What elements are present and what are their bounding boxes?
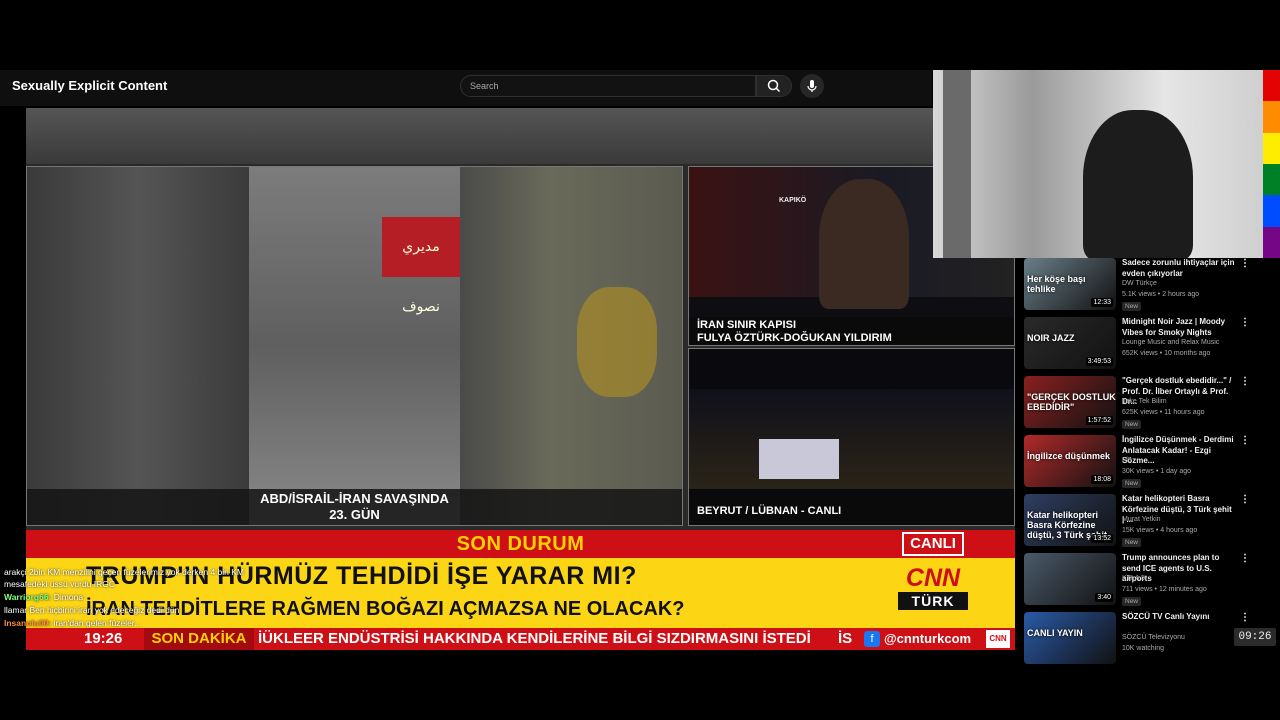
new-badge: New bbox=[1122, 597, 1142, 606]
video-meta: 711 views • 12 minutes ago bbox=[1122, 586, 1207, 593]
search-input[interactable]: Search bbox=[460, 75, 756, 97]
video-title[interactable]: İngilizce Düşünmek - Derdimi Anlatacak K… bbox=[1122, 435, 1236, 467]
channel-name[interactable]: KTLA 5 bbox=[1122, 575, 1145, 582]
more-options-icon[interactable]: ⋮ bbox=[1240, 376, 1250, 387]
chat-message: arakçi 2bin KM menzilini geçen füzelerim… bbox=[4, 567, 244, 589]
duration-badge: 3:49:53 bbox=[1085, 357, 1113, 366]
duration-badge: 13:52 bbox=[1091, 534, 1113, 543]
new-badge: New bbox=[1122, 302, 1142, 311]
chat-overlay: arakçi 2bin KM menzilini geçen füzelerim… bbox=[4, 566, 274, 630]
ticker-time: 19:26 bbox=[84, 630, 123, 647]
video-thumbnail[interactable]: Her köşe başı tehlike 12:33 bbox=[1024, 258, 1116, 310]
new-badge: New bbox=[1122, 420, 1142, 429]
bottom-ticker-strip: 19:26 SON DAKİKA İÜKLEER ENDÜSTRİSİ HAKK… bbox=[26, 628, 1015, 650]
main-video-panel: ﻣﺪﻳﺮﻱ ﻧﺼﻮﻑ ABD/İSRAİL-İRAN SAVAŞINDA 23.… bbox=[26, 166, 683, 526]
video-meta: 30K views • 1 day ago bbox=[1122, 468, 1191, 475]
video-title[interactable]: Sadece zorunlu ihtiyaçlar için evden çık… bbox=[1122, 258, 1236, 279]
more-options-icon[interactable]: ⋮ bbox=[1240, 612, 1250, 623]
reporter bbox=[819, 179, 909, 309]
beirut-video-panel: BEYRUT / LÜBNAN - CANLI bbox=[688, 348, 1015, 526]
voice-search-button[interactable] bbox=[800, 74, 824, 98]
duration-badge: 12:33 bbox=[1091, 298, 1113, 307]
duration-badge: 18:08 bbox=[1091, 475, 1113, 484]
more-options-icon[interactable]: ⋮ bbox=[1240, 553, 1250, 564]
rainbow-stripe bbox=[1263, 70, 1280, 258]
video-title[interactable]: Midnight Noir Jazz | Moody Vibes for Smo… bbox=[1122, 317, 1236, 338]
son-durum-label: SON DURUM bbox=[26, 530, 1015, 558]
clock: 09:26 bbox=[1234, 628, 1276, 646]
facebook-icon: f bbox=[864, 631, 880, 647]
chat-message: Warriorg66: Dimona bbox=[4, 592, 84, 602]
video-top-area bbox=[26, 108, 1015, 164]
recommendation-item[interactable]: CANLI YAYIN SÖZCÜ TV Canlı Yayını SÖZCÜ Te… bbox=[1024, 612, 1250, 668]
channel-name[interactable]: Lounge Music and Relax Music bbox=[1122, 339, 1219, 346]
channel-name[interactable]: Flu bbox=[1122, 457, 1132, 464]
more-options-icon[interactable]: ⋮ bbox=[1240, 435, 1250, 446]
more-options-icon[interactable]: ⋮ bbox=[1240, 494, 1250, 505]
new-badge: New bbox=[1122, 538, 1142, 547]
more-options-icon[interactable]: ⋮ bbox=[1240, 317, 1250, 328]
top-bar: Sexually Explicit Content Search bbox=[0, 70, 932, 106]
video-meta: 652K views • 10 months ago bbox=[1122, 350, 1211, 357]
canli-badge: CANLI bbox=[902, 532, 964, 556]
recommendation-item[interactable]: İngilizce düşünmek 18:08 İngilizce Düşünme… bbox=[1024, 435, 1250, 491]
reporter-caption: İRAN SINIR KAPISI FULYA ÖZTÜRK-DOĞUKAN Y… bbox=[689, 317, 1014, 345]
social-handle: @cnnturkcom bbox=[884, 631, 972, 646]
microphone-icon bbox=[807, 80, 817, 92]
search-button[interactable] bbox=[756, 75, 792, 97]
channel-name[interactable]: DW Türkçe bbox=[1122, 280, 1157, 287]
video-title[interactable]: SÖZCÜ TV Canlı Yayını bbox=[1122, 612, 1236, 623]
recommendation-item[interactable]: Katar helikopteri Basra Körfezine düştü,… bbox=[1024, 494, 1250, 550]
page-title: Sexually Explicit Content bbox=[12, 78, 168, 93]
video-thumbnail[interactable]: CANLI YAYIN bbox=[1024, 612, 1116, 664]
ticker-crawl: İÜKLEER ENDÜSTRİSİ HAKKINDA KENDİLERİNE … bbox=[258, 630, 811, 647]
recommendation-item[interactable]: Her köşe başı tehlike 12:33 Sadece zorunlu… bbox=[1024, 258, 1250, 314]
video-meta: 10K watching bbox=[1122, 645, 1165, 652]
recommendation-item[interactable]: 3:40 Trump announces plan to send ICE age… bbox=[1024, 553, 1250, 609]
shop-sign: ﻣﺪﻳﺮﻱ ﻧﺼﻮﻑ bbox=[382, 217, 460, 315]
video-thumbnail[interactable]: Katar helikopteri Basra Körfezine düştü,… bbox=[1024, 494, 1116, 546]
video-meta: 5.1K views • 2 hours ago bbox=[1122, 291, 1200, 298]
main-caption: ABD/İSRAİL-İRAN SAVAŞINDA 23. GÜN bbox=[27, 489, 682, 525]
chat-message: llamar Ben hiçbirini iran yok edeceğiz d… bbox=[4, 605, 180, 615]
recommendation-item[interactable]: NOIR JAZZ 3:49:53 Midnight Noir Jazz | Moo… bbox=[1024, 317, 1250, 373]
recommendation-item[interactable]: "GERÇEK DOSTLUK EBEDİDİR" 1:57:52 "Gerçek … bbox=[1024, 376, 1250, 432]
webcam-overlay bbox=[933, 70, 1263, 258]
video-meta: 15K views • 4 hours ago bbox=[1122, 527, 1198, 534]
channel-name[interactable]: Teke Tek Bilim bbox=[1122, 398, 1167, 405]
duration-badge: 3:40 bbox=[1095, 593, 1113, 602]
video-thumbnail[interactable]: İngilizce düşünmek 18:08 bbox=[1024, 435, 1116, 487]
channel-name[interactable]: Murat Yetkin bbox=[1122, 516, 1161, 523]
video-thumbnail[interactable]: NOIR JAZZ 3:49:53 bbox=[1024, 317, 1116, 369]
duration-badge: 1:57:52 bbox=[1085, 416, 1113, 425]
new-badge: New bbox=[1122, 479, 1142, 488]
cnn-turk-logo: CNN TÜRK bbox=[898, 564, 968, 622]
streamer bbox=[1083, 110, 1193, 258]
video-thumbnail[interactable]: 3:40 bbox=[1024, 553, 1116, 605]
lit-building bbox=[759, 439, 839, 479]
search-icon bbox=[767, 79, 781, 93]
video-thumbnail[interactable]: "GERÇEK DOSTLUK EBEDİDİR" 1:57:52 bbox=[1024, 376, 1116, 428]
channel-name[interactable]: SÖZCÜ Televizyonu bbox=[1122, 634, 1185, 641]
son-dakika-label: SON DAKİKA bbox=[144, 628, 254, 650]
more-options-icon[interactable]: ⋮ bbox=[1240, 258, 1250, 269]
beirut-caption: BEYRUT / LÜBNAN - CANLI bbox=[689, 497, 1014, 525]
cnn-mini-logo: CNN bbox=[986, 630, 1010, 648]
video-meta: 625K views • 11 hours ago bbox=[1122, 409, 1205, 416]
chat-message: Insanolu00: iran'dan gelen füzeler... bbox=[4, 618, 142, 628]
